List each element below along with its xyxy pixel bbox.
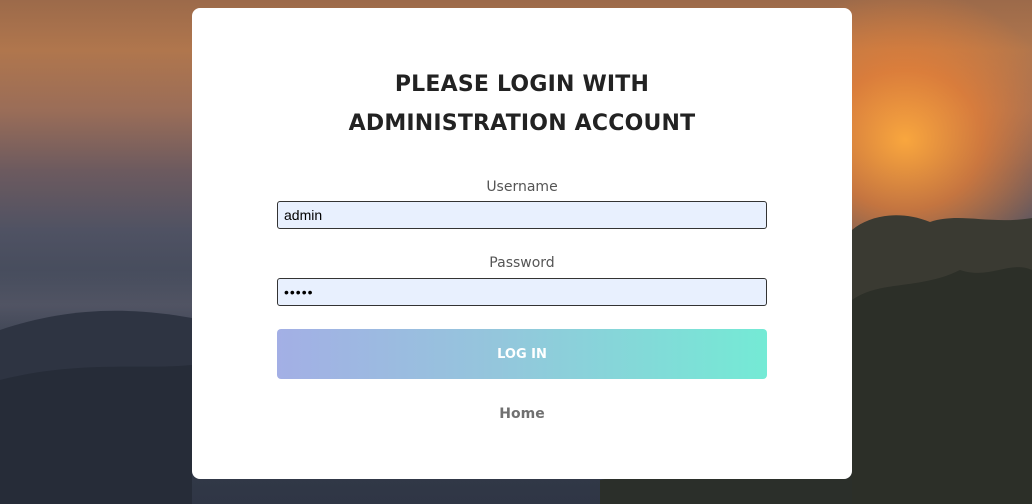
username-input[interactable] bbox=[277, 201, 767, 229]
username-label: Username bbox=[486, 179, 558, 195]
login-title-line1: PLEASE LOGIN WITH bbox=[394, 72, 650, 97]
password-label: Password bbox=[489, 255, 555, 271]
login-title: PLEASE LOGIN WITH ADMINISTRATION ACCOUNT bbox=[192, 65, 852, 143]
login-title-line2: ADMINISTRATION ACCOUNT bbox=[348, 111, 696, 136]
login-card: PLEASE LOGIN WITH ADMINISTRATION ACCOUNT… bbox=[192, 8, 852, 479]
login-button[interactable]: LOG IN bbox=[277, 329, 767, 379]
home-link[interactable]: Home bbox=[192, 406, 852, 422]
password-input[interactable] bbox=[277, 278, 767, 306]
